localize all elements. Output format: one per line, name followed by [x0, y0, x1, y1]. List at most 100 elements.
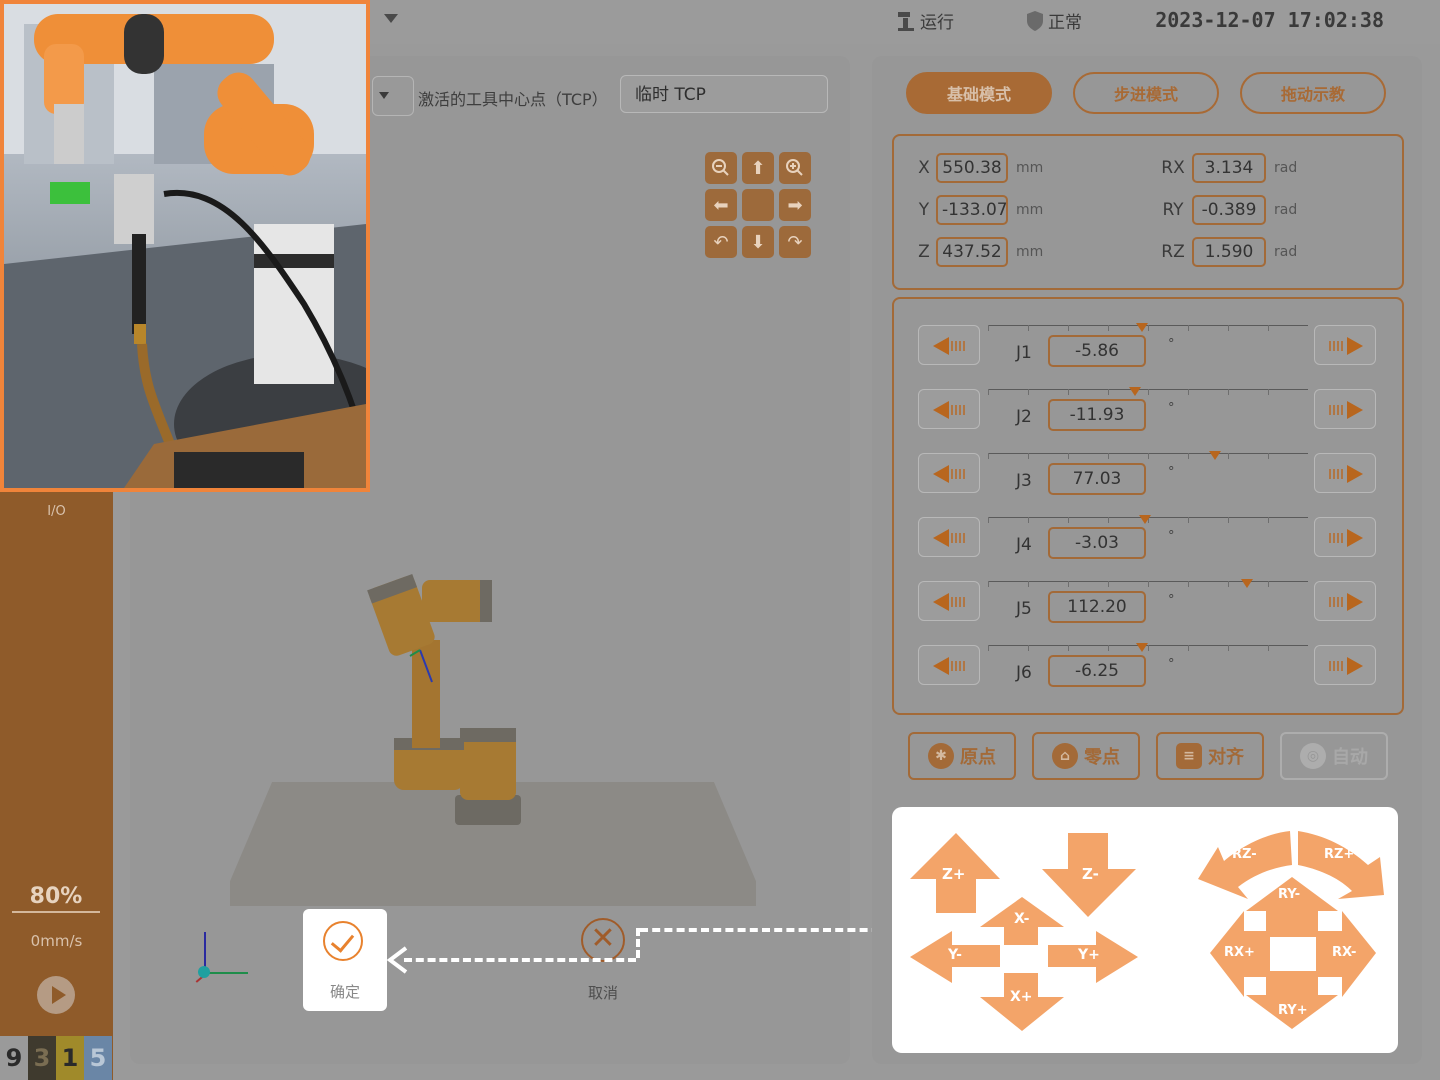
close-circle-icon[interactable]: ✕	[581, 918, 625, 962]
joint-j5-scale[interactable]	[988, 577, 1308, 621]
arrow-down-icon[interactable]: ⬇	[742, 226, 774, 258]
joint-j3-decrease-button[interactable]	[918, 453, 980, 493]
joint-marker[interactable]	[1135, 323, 1148, 332]
joint-j2-unit: °	[1168, 401, 1175, 416]
pose-rx-unit: rad	[1274, 160, 1298, 176]
chevron-down-icon[interactable]	[384, 14, 398, 23]
rotate-left-icon[interactable]: ↶	[705, 226, 737, 258]
auto-button[interactable]: ◎ 自动	[1280, 732, 1388, 780]
jog-rzplus-button	[1298, 831, 1384, 899]
tab-basic-mode[interactable]: 基础模式	[906, 72, 1052, 114]
joint-j1-decrease-button[interactable]	[918, 325, 980, 365]
joint-j2-decrease-button[interactable]	[918, 389, 980, 429]
jog-xminus-label[interactable]: X-	[1014, 911, 1029, 927]
joint-j1-value[interactable]: -5.86	[1048, 335, 1146, 367]
joint-j4-unit: °	[1168, 529, 1175, 544]
joint-j2-scale[interactable]	[988, 385, 1308, 429]
joint-j4-label: J4	[1016, 535, 1032, 555]
zoom-out-icon[interactable]	[705, 152, 737, 184]
joint-j4-decrease-button[interactable]	[918, 517, 980, 557]
joint-marker[interactable]	[1209, 451, 1222, 460]
joint-j3-scale[interactable]	[988, 449, 1308, 493]
joint-j3-increase-button[interactable]	[1314, 453, 1376, 493]
joint-j6-scale[interactable]	[988, 641, 1308, 685]
jog-ryplus-button	[1246, 971, 1338, 1029]
jog-ryminus-button	[1246, 877, 1338, 937]
pose-x-value[interactable]: 550.38	[936, 153, 1008, 183]
pose-rz-value[interactable]: 1.590	[1192, 237, 1266, 267]
tcp-select[interactable]: 临时 TCP	[620, 75, 828, 113]
jog-rzplus-label[interactable]: RZ+	[1324, 847, 1354, 862]
joint-marker[interactable]	[1129, 387, 1142, 396]
pose-rx-label: RX	[1161, 158, 1185, 178]
jog-yminus-label[interactable]: Y-	[948, 947, 962, 963]
zero-icon: ⌂	[1052, 743, 1078, 769]
jog-ryplus-label[interactable]: RY+	[1278, 1003, 1308, 1018]
arrow-right-icon[interactable]: ➡	[779, 189, 811, 221]
zero-button[interactable]: ⌂ 零点	[1032, 732, 1140, 780]
pose-z-value[interactable]: 437.52	[936, 237, 1008, 267]
auto-icon: ◎	[1300, 743, 1326, 769]
safety-status: 正常	[1026, 8, 1082, 33]
joint-j5-decrease-button[interactable]	[918, 581, 980, 621]
jog-ryminus-label[interactable]: RY-	[1278, 887, 1300, 902]
tab-step-mode[interactable]: 步进模式	[1073, 72, 1219, 114]
pose-z: Z 437.52 mm	[912, 237, 1043, 267]
cancel-label[interactable]: 取消	[560, 982, 646, 1003]
jog-rzminus-label[interactable]: RZ-	[1232, 847, 1257, 862]
shield-icon	[1027, 10, 1043, 31]
arrow-up-icon[interactable]: ⬆	[742, 152, 774, 184]
joint-row-j1: J1 -5.86 °	[918, 323, 1378, 367]
joint-j4-scale[interactable]	[988, 513, 1308, 557]
arrow-left-icon[interactable]: ⬅	[705, 189, 737, 221]
joint-j6-increase-button[interactable]	[1314, 645, 1376, 685]
view-center-button[interactable]	[742, 189, 774, 221]
robot-arm-icon	[898, 11, 914, 31]
rotate-right-icon[interactable]: ↷	[779, 226, 811, 258]
play-icon[interactable]	[37, 976, 75, 1014]
align-label: 对齐	[1208, 747, 1244, 768]
joint-j2-label: J2	[1016, 407, 1032, 427]
pose-ry-label: RY	[1162, 200, 1184, 220]
joint-j4-value[interactable]: -3.03	[1048, 527, 1146, 559]
joint-j2-increase-button[interactable]	[1314, 389, 1376, 429]
joint-j1-scale[interactable]	[988, 321, 1308, 365]
pose-rx-value[interactable]: 3.134	[1192, 153, 1266, 183]
align-icon: ≡	[1176, 743, 1202, 769]
joint-marker[interactable]	[1138, 515, 1151, 524]
joint-j6-label: J6	[1016, 663, 1032, 683]
joint-marker[interactable]	[1135, 643, 1148, 652]
joint-j4-increase-button[interactable]	[1314, 517, 1376, 557]
joint-j5-increase-button[interactable]	[1314, 581, 1376, 621]
joint-marker[interactable]	[1241, 579, 1254, 588]
tab-drag-teach[interactable]: 拖动示教	[1240, 72, 1386, 114]
jog-zplus-label[interactable]: Z+	[942, 865, 965, 883]
joint-j6-value[interactable]: -6.25	[1048, 655, 1146, 687]
joint-j2-value[interactable]: -11.93	[1048, 399, 1146, 431]
sidebar-item-io[interactable]: I/O	[0, 504, 113, 519]
robot-model[interactable]	[360, 560, 540, 830]
joint-row-j2: J2 -11.93 °	[918, 387, 1378, 431]
speed-percent[interactable]: 80%	[12, 884, 100, 913]
jog-rxplus-label[interactable]: RX+	[1224, 945, 1255, 960]
home-button[interactable]: ✱ 原点	[908, 732, 1016, 780]
zoom-in-icon[interactable]	[779, 152, 811, 184]
pose-x-label: X	[918, 158, 930, 178]
jog-xplus-label[interactable]: X+	[1010, 989, 1033, 1005]
joint-j5-value[interactable]: 112.20	[1048, 591, 1146, 623]
align-button[interactable]: ≡ 对齐	[1156, 732, 1264, 780]
pose-rz-label: RZ	[1161, 242, 1185, 262]
pose-ry-unit: rad	[1274, 202, 1298, 218]
view-control-pad: ⬆ ⬅ ➡ ↶ ⬇ ↷	[705, 152, 811, 258]
annotation-arrow-icon	[386, 946, 408, 974]
joint-j1-increase-button[interactable]	[1314, 325, 1376, 365]
pose-ry-value[interactable]: -0.389	[1192, 195, 1266, 225]
joint-j3-value[interactable]: 77.03	[1048, 463, 1146, 495]
jog-rxminus-label[interactable]: RX-	[1332, 945, 1356, 960]
jog-zminus-label[interactable]: Z-	[1082, 865, 1099, 883]
confirm-button[interactable]: 确定	[303, 909, 387, 1011]
tcp-dropdown[interactable]	[372, 76, 414, 116]
jog-yplus-label[interactable]: Y+	[1078, 947, 1100, 963]
pose-y-value[interactable]: -133.07	[936, 195, 1008, 225]
joint-j6-decrease-button[interactable]	[918, 645, 980, 685]
